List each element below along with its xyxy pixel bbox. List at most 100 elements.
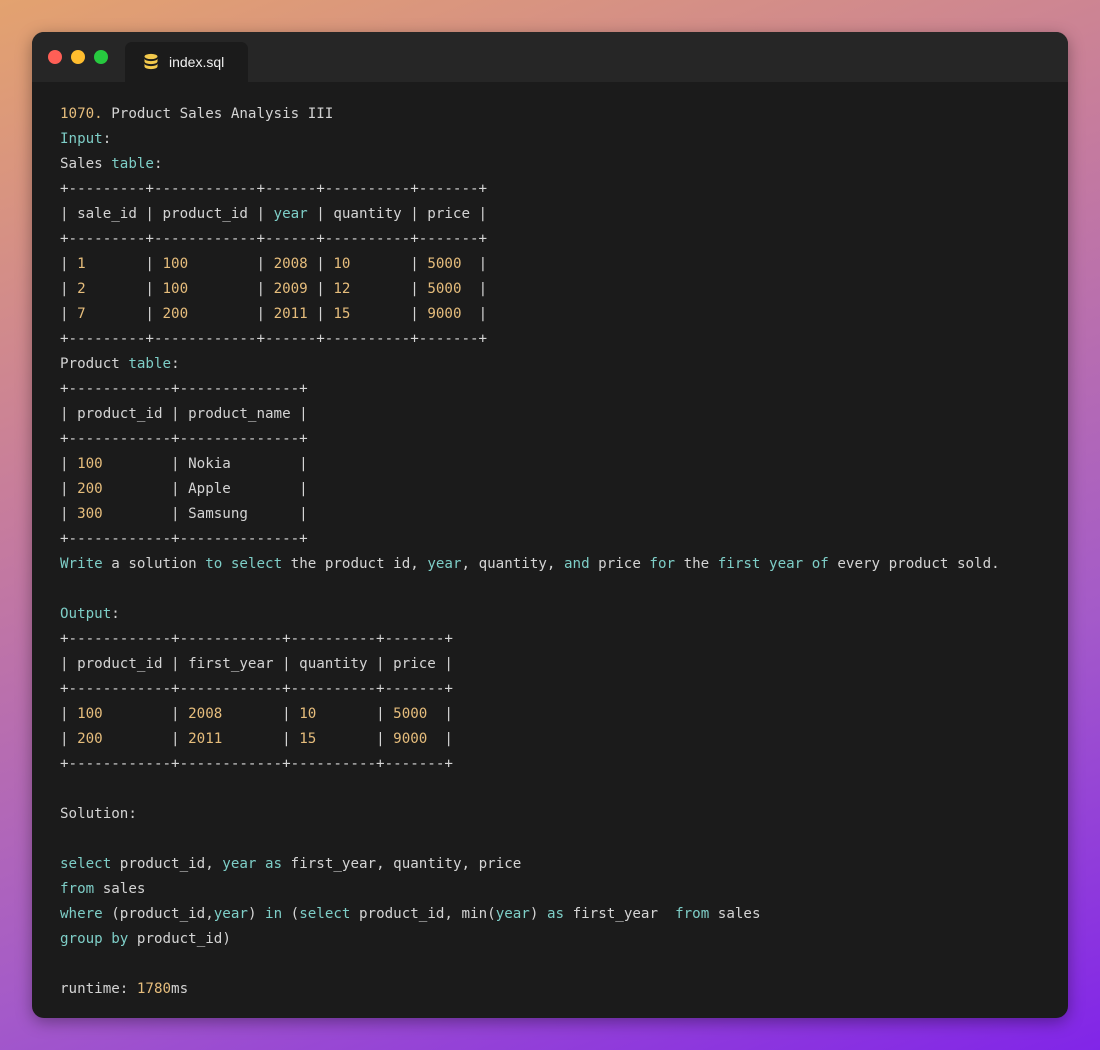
code-token: group [60, 931, 103, 947]
code-token: Sales [60, 156, 112, 172]
code-token: +---------+------------+------+---------… [60, 231, 488, 247]
code-line: | 100 | Nokia | [60, 452, 1000, 477]
code-line: select product_id, year as first_year, q… [60, 852, 1000, 877]
code-line: | 300 | Samsung | [60, 502, 1000, 527]
code-token: 200 [77, 731, 103, 747]
code-token: | [60, 481, 78, 497]
code-token: 15 [299, 731, 317, 747]
code-token: to [205, 556, 223, 572]
code-token: | [85, 256, 163, 272]
code-token: | [222, 706, 300, 722]
code-token: sales [94, 881, 146, 897]
code-line: +------------+------------+----------+--… [60, 752, 1000, 777]
code-token: | [60, 256, 78, 272]
code-token: every product sold. [828, 556, 1000, 572]
code-token: | sale_id | product_id | [60, 206, 274, 222]
minimize-window-button[interactable] [71, 50, 85, 64]
code-token: | Samsung | [102, 506, 308, 522]
code-token: | [60, 306, 78, 322]
code-token: +------------+--------------+ [60, 431, 308, 447]
code-editor[interactable]: 1070. Product Sales Analysis III Input: Sa… [60, 102, 1000, 1002]
code-line: | 1 | 100 | 2008 | 10 | 5000 | [60, 252, 1000, 277]
code-token: 7 [77, 306, 86, 322]
code-token: first [717, 556, 761, 572]
code-token: | [461, 306, 488, 322]
code-line: from sales [60, 877, 1000, 902]
maximize-window-button[interactable] [94, 50, 108, 64]
code-token: 5000 [427, 281, 462, 297]
code-window: index.sql 1070. Product Sales Analysis I… [32, 32, 1068, 1018]
code-line: | sale_id | product_id | year | quantity… [60, 202, 1000, 227]
code-token: year [273, 206, 308, 222]
code-token: | [350, 281, 428, 297]
code-line: | product_id | product_name | [60, 402, 1000, 427]
code-token: | [188, 281, 274, 297]
code-token: first_year, quantity, price [282, 856, 522, 872]
code-line: +------------+------------+----------+--… [60, 677, 1000, 702]
code-token: +------------+--------------+ [60, 381, 308, 397]
code-line: | 7 | 200 | 2011 | 15 | 9000 | [60, 302, 1000, 327]
code-token: | [102, 731, 189, 747]
code-token: ) [529, 906, 547, 922]
code-token: | Nokia | [102, 456, 308, 472]
title-bar: index.sql [32, 32, 1068, 82]
code-line: 1070. Product Sales Analysis III [60, 102, 1000, 127]
code-token: product_id, [111, 856, 223, 872]
code-token: 9000 [427, 306, 462, 322]
code-line: +------------+--------------+ [60, 377, 1000, 402]
code-token: runtime: [60, 981, 137, 997]
code-token: +---------+------------+------+---------… [60, 181, 488, 197]
code-token: 200 [162, 306, 189, 322]
code-token: ) [247, 906, 266, 922]
database-icon [143, 53, 159, 71]
code-token: | [222, 731, 300, 747]
code-token: as [546, 906, 565, 922]
code-token: and [564, 556, 590, 572]
code-token: from [60, 881, 95, 897]
code-token: Output [60, 606, 112, 622]
code-line: +------------+--------------+ [60, 427, 1000, 452]
code-token: | [60, 706, 78, 722]
code-token: : [153, 156, 163, 172]
code-token: Product Sales Analysis III [102, 106, 334, 122]
code-token: | [307, 281, 334, 297]
tab-index-sql[interactable]: index.sql [125, 42, 248, 82]
code-token: Input [60, 131, 103, 147]
code-token: , quantity, [461, 556, 564, 572]
code-token: | [316, 731, 394, 747]
code-line: +------------+--------------+ [60, 527, 1000, 552]
code-token: year [222, 856, 257, 872]
code-token: a solution [102, 556, 206, 572]
code-token: 9000 [393, 731, 428, 747]
code-token: ms [171, 981, 189, 997]
code-token: | [188, 256, 274, 272]
code-token: product_id, min( [350, 906, 496, 922]
code-token: the product id, [282, 556, 428, 572]
code-token: 5000 [427, 256, 462, 272]
code-token: | [427, 731, 453, 747]
code-token: first_year [564, 906, 676, 922]
code-token: | quantity | price | [307, 206, 488, 222]
code-token: | Apple | [102, 481, 308, 497]
code-token: | [307, 256, 334, 272]
code-token: year [427, 556, 462, 572]
code-token: 2 [77, 281, 86, 297]
code-token: 15 [333, 306, 351, 322]
code-token: for [649, 556, 676, 572]
code-token: | [60, 281, 78, 297]
code-token: | [461, 256, 488, 272]
code-token: | [60, 456, 78, 472]
close-window-button[interactable] [48, 50, 62, 64]
code-token: | [60, 506, 78, 522]
code-token: +------------+------------+----------+--… [60, 681, 453, 697]
code-token: | [85, 281, 163, 297]
code-token: Solution: [60, 806, 137, 822]
code-token: | [102, 706, 189, 722]
code-token: | product_id | first_year | quantity | p… [60, 656, 453, 672]
code-token: in [265, 906, 283, 922]
